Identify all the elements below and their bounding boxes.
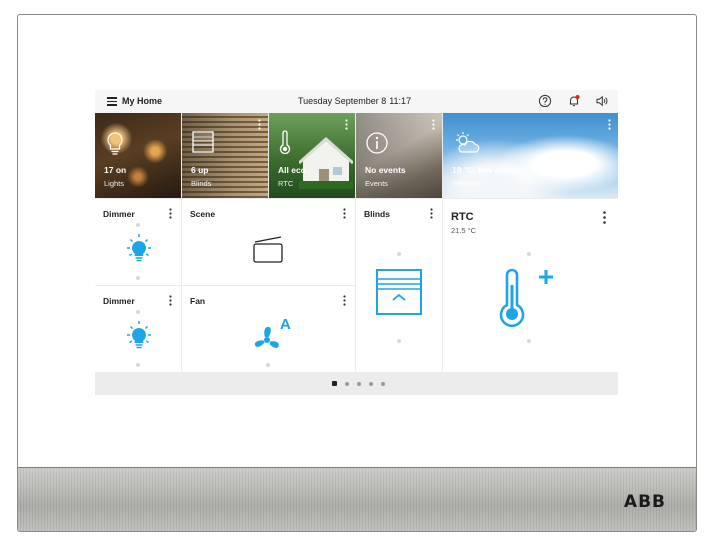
rtc-title: RTC [451,211,474,223]
indicator-dot [266,363,270,367]
status-tile-rtc[interactable]: All eco RTC [269,113,355,198]
rtc-caption: RTC [278,179,294,188]
more-options-icon[interactable] [430,208,433,219]
scene-title: Scene [190,209,216,219]
weather-caption: Weather [452,179,481,188]
page-title[interactable]: My Home [122,96,162,106]
fan-icon[interactable] [250,323,284,357]
fan-auto-badge: A [280,316,291,333]
date-label: Tuesday September 8 [298,96,387,106]
scene-icon[interactable] [252,235,286,265]
device-bezel: ABB [18,467,696,531]
page-dot[interactable] [369,381,373,386]
more-options-icon[interactable] [169,295,172,306]
indicator-dot [527,339,531,343]
events-status: No events [365,165,406,175]
dimmer-title: Dimmer [103,209,135,219]
notification-bell-icon[interactable] [567,94,581,108]
scene-card[interactable]: Scene [182,199,355,285]
more-options-icon[interactable] [343,295,346,306]
weather-status: 19 °C, few clouds [452,165,523,175]
blinds-title: Blinds [364,209,390,219]
indicator-dot [397,252,401,256]
status-tile-lights[interactable]: 17 on Lights [95,113,181,198]
page-dot[interactable] [381,381,385,386]
hamburger-menu-icon[interactable] [107,97,117,106]
thermometer-icon [279,130,291,155]
rtc-temperature: 21.5 °C [451,226,477,235]
fan-card[interactable]: Fan A [182,286,355,372]
events-caption: Events [365,179,388,188]
indicator-dot [136,223,140,227]
page-dot[interactable] [345,381,349,386]
blinds-icon [192,131,214,153]
more-options-icon[interactable] [603,211,606,224]
indicator-dot [136,363,140,367]
top-bar: My Home Tuesday September 8 11:17 [95,90,618,113]
more-options-icon[interactable] [345,119,348,130]
thermometer-plus-icon[interactable] [493,267,563,337]
info-icon [366,132,388,154]
bulb-icon[interactable] [121,232,157,268]
blinds-icon[interactable] [374,267,424,319]
bulb-icon[interactable] [121,319,157,355]
rtc-status: All eco [278,165,306,175]
status-tile-events[interactable]: No events Events [356,113,442,198]
status-tile-weather[interactable]: 19 °C, few clouds Weather [443,113,618,198]
rtc-card[interactable]: RTC 21.5 °C [443,199,618,372]
brand-logo: ABB [623,492,666,512]
lights-count: 17 on [104,165,127,175]
home-screen: My Home Tuesday September 8 11:17 17 on L… [95,90,618,395]
lights-caption: Lights [104,179,125,188]
dimmer-title: Dimmer [103,296,135,306]
page-dot[interactable] [357,381,361,386]
blinds-card[interactable]: Blinds [356,199,442,372]
fan-title: Fan [190,296,206,306]
dimmer-card[interactable]: Dimmer [95,199,181,285]
page-dot[interactable] [332,381,337,386]
indicator-dot [136,276,140,280]
dimmer-card[interactable]: Dimmer [95,286,181,372]
more-options-icon[interactable] [343,208,346,219]
more-options-icon[interactable] [169,208,172,219]
indicator-dot [527,252,531,256]
more-options-icon[interactable] [432,119,435,130]
more-options-icon[interactable] [258,119,261,130]
date-time: Tuesday September 8 11:17 [298,96,411,106]
bulb-icon [107,132,123,155]
speaker-icon[interactable] [595,94,609,108]
blinds-caption: Blinds [191,179,212,188]
help-icon[interactable] [538,94,552,108]
status-tile-blinds[interactable]: 6 up Blinds [182,113,268,198]
cloud-sun-icon [456,132,480,153]
time-label: 11:17 [389,96,412,106]
indicator-dot [397,339,401,343]
indicator-dot [136,310,140,314]
more-options-icon[interactable] [608,119,611,130]
eco-house-image [299,136,353,189]
blinds-count: 6 up [191,165,209,175]
page-indicator [95,372,618,395]
